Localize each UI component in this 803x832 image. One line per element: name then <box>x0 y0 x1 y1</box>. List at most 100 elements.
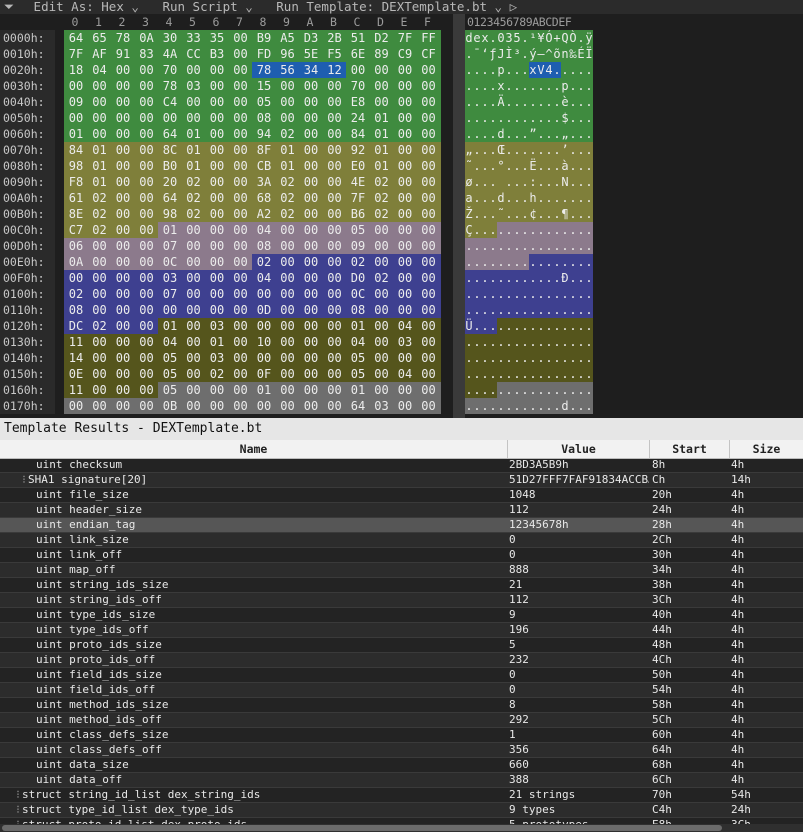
ascii-char[interactable]: . <box>569 126 577 142</box>
hex-byte[interactable]: 00 <box>205 302 229 318</box>
hex-byte[interactable]: 00 <box>181 254 206 270</box>
result-row[interactable]: ⁝ struct type_id_list dex_type_ids 9 types… <box>0 803 803 818</box>
hex-byte[interactable]: 00 <box>299 286 323 302</box>
ascii-char[interactable]: . <box>473 222 481 238</box>
hex-byte[interactable]: 65 <box>87 30 112 46</box>
hex-byte[interactable]: CC <box>181 46 206 62</box>
ascii-char[interactable]: . <box>489 398 497 414</box>
hex-byte[interactable]: 02 <box>181 206 206 222</box>
ascii-char[interactable]: . <box>585 142 593 158</box>
hex-byte[interactable]: 00 <box>275 366 300 382</box>
hex-byte[interactable]: 00 <box>111 286 135 302</box>
hex-byte[interactable]: 01 <box>369 126 394 142</box>
ascii-char[interactable]: . <box>569 174 577 190</box>
hex-byte[interactable]: 00 <box>181 318 206 334</box>
ascii-char[interactable]: . <box>577 318 585 334</box>
hex-byte[interactable]: 00 <box>322 238 347 254</box>
hex-byte[interactable]: C7 <box>64 222 88 238</box>
hex-byte[interactable]: 00 <box>181 334 206 350</box>
ascii-char[interactable]: . <box>489 78 497 94</box>
hex-byte[interactable]: 00 <box>228 30 253 46</box>
hex-byte[interactable]: 00 <box>393 254 417 270</box>
hex-byte[interactable]: 00 <box>228 270 253 286</box>
ascii-char[interactable]: . <box>521 286 529 302</box>
ascii-char[interactable]: . <box>505 398 513 414</box>
ascii-char[interactable]: . <box>537 78 545 94</box>
ascii-char[interactable]: . <box>577 254 585 270</box>
hex-byte[interactable]: 02 <box>275 174 300 190</box>
ascii-char[interactable]: . <box>489 302 497 318</box>
hex-byte[interactable]: 98 <box>158 206 182 222</box>
ascii-char[interactable]: . <box>489 350 497 366</box>
ascii-char[interactable]: . <box>553 254 561 270</box>
ascii-char[interactable]: . <box>521 46 529 62</box>
hex-byte[interactable]: 00 <box>369 222 394 238</box>
ascii-char[interactable]: . <box>577 30 585 46</box>
ascii-char[interactable]: . <box>577 286 585 302</box>
hex-byte[interactable]: 00 <box>111 222 135 238</box>
ascii-char[interactable]: . <box>545 382 553 398</box>
ascii-char[interactable]: ” <box>529 126 537 142</box>
hex-byte[interactable]: 01 <box>87 158 112 174</box>
hex-byte[interactable]: 64 <box>158 190 182 206</box>
ascii-char[interactable]: . <box>481 142 489 158</box>
hex-byte[interactable]: 00 <box>369 382 394 398</box>
hex-byte[interactable]: 00 <box>181 62 206 78</box>
ascii-char[interactable]: . <box>561 318 569 334</box>
hex-byte[interactable]: 00 <box>134 158 159 174</box>
hex-byte[interactable]: 00 <box>181 398 206 414</box>
ascii-char[interactable]: . <box>577 382 585 398</box>
ascii-char[interactable]: . <box>489 334 497 350</box>
hex-byte[interactable]: C4 <box>158 94 182 110</box>
ascii-char[interactable]: . <box>553 222 561 238</box>
ascii-char[interactable]: . <box>585 158 593 174</box>
hex-byte[interactable]: 00 <box>299 190 323 206</box>
ascii-char[interactable]: . <box>529 222 537 238</box>
ascii-char[interactable]: . <box>521 126 529 142</box>
hex-byte[interactable]: 00 <box>416 158 441 174</box>
ascii-char[interactable]: . <box>473 318 481 334</box>
result-row[interactable]: uint method_ids_off 292 5Ch 4h <box>0 713 803 728</box>
hex-byte[interactable]: 00 <box>181 238 206 254</box>
ascii-char[interactable]: . <box>585 62 593 78</box>
hex-byte[interactable]: 00 <box>393 174 417 190</box>
hex-byte[interactable]: 00 <box>275 382 300 398</box>
hex-byte[interactable]: 01 <box>87 174 112 190</box>
hex-byte[interactable]: 00 <box>393 238 417 254</box>
hex-byte[interactable]: 00 <box>322 270 347 286</box>
ascii-char[interactable]: . <box>545 286 553 302</box>
hex-byte[interactable]: 02 <box>87 222 112 238</box>
ascii-char[interactable]: . <box>513 382 521 398</box>
ascii-char[interactable]: . <box>465 270 473 286</box>
ascii-char[interactable]: a <box>465 190 473 206</box>
hex-byte[interactable]: 02 <box>369 206 394 222</box>
hex-byte[interactable]: 00 <box>205 382 229 398</box>
ascii-char[interactable]: . <box>497 254 505 270</box>
hex-byte[interactable]: 09 <box>346 238 370 254</box>
hex-byte[interactable]: 00 <box>134 254 159 270</box>
ascii-char[interactable]: Ò <box>569 30 577 46</box>
hex-byte[interactable]: 00 <box>416 366 441 382</box>
hex-byte[interactable]: F8 <box>64 174 88 190</box>
hex-byte[interactable]: 08 <box>64 302 88 318</box>
ascii-char[interactable]: ‰ <box>569 46 577 62</box>
ascii-char[interactable]: É <box>577 46 585 62</box>
hex-byte[interactable]: 02 <box>346 254 370 270</box>
hex-byte[interactable]: 34 <box>299 62 323 78</box>
hex-byte[interactable]: 00 <box>205 62 229 78</box>
hex-byte[interactable]: 00 <box>181 286 206 302</box>
hex-byte[interactable]: 00 <box>322 110 347 126</box>
hex-byte[interactable]: 00 <box>416 254 441 270</box>
hex-byte[interactable]: 7F <box>393 30 417 46</box>
hex-byte[interactable]: 00 <box>205 126 229 142</box>
ascii-char[interactable]: . <box>537 350 545 366</box>
ascii-char[interactable]: . <box>561 286 569 302</box>
hex-byte[interactable]: 00 <box>275 238 300 254</box>
hex-byte[interactable]: 02 <box>64 286 88 302</box>
hex-byte[interactable]: D2 <box>369 30 394 46</box>
hex-byte[interactable]: 00 <box>87 270 112 286</box>
hex-byte[interactable]: 00 <box>322 142 347 158</box>
ascii-char[interactable]: h <box>529 190 537 206</box>
ascii-char[interactable]: 0 <box>497 30 505 46</box>
hex-byte[interactable]: 00 <box>134 270 159 286</box>
